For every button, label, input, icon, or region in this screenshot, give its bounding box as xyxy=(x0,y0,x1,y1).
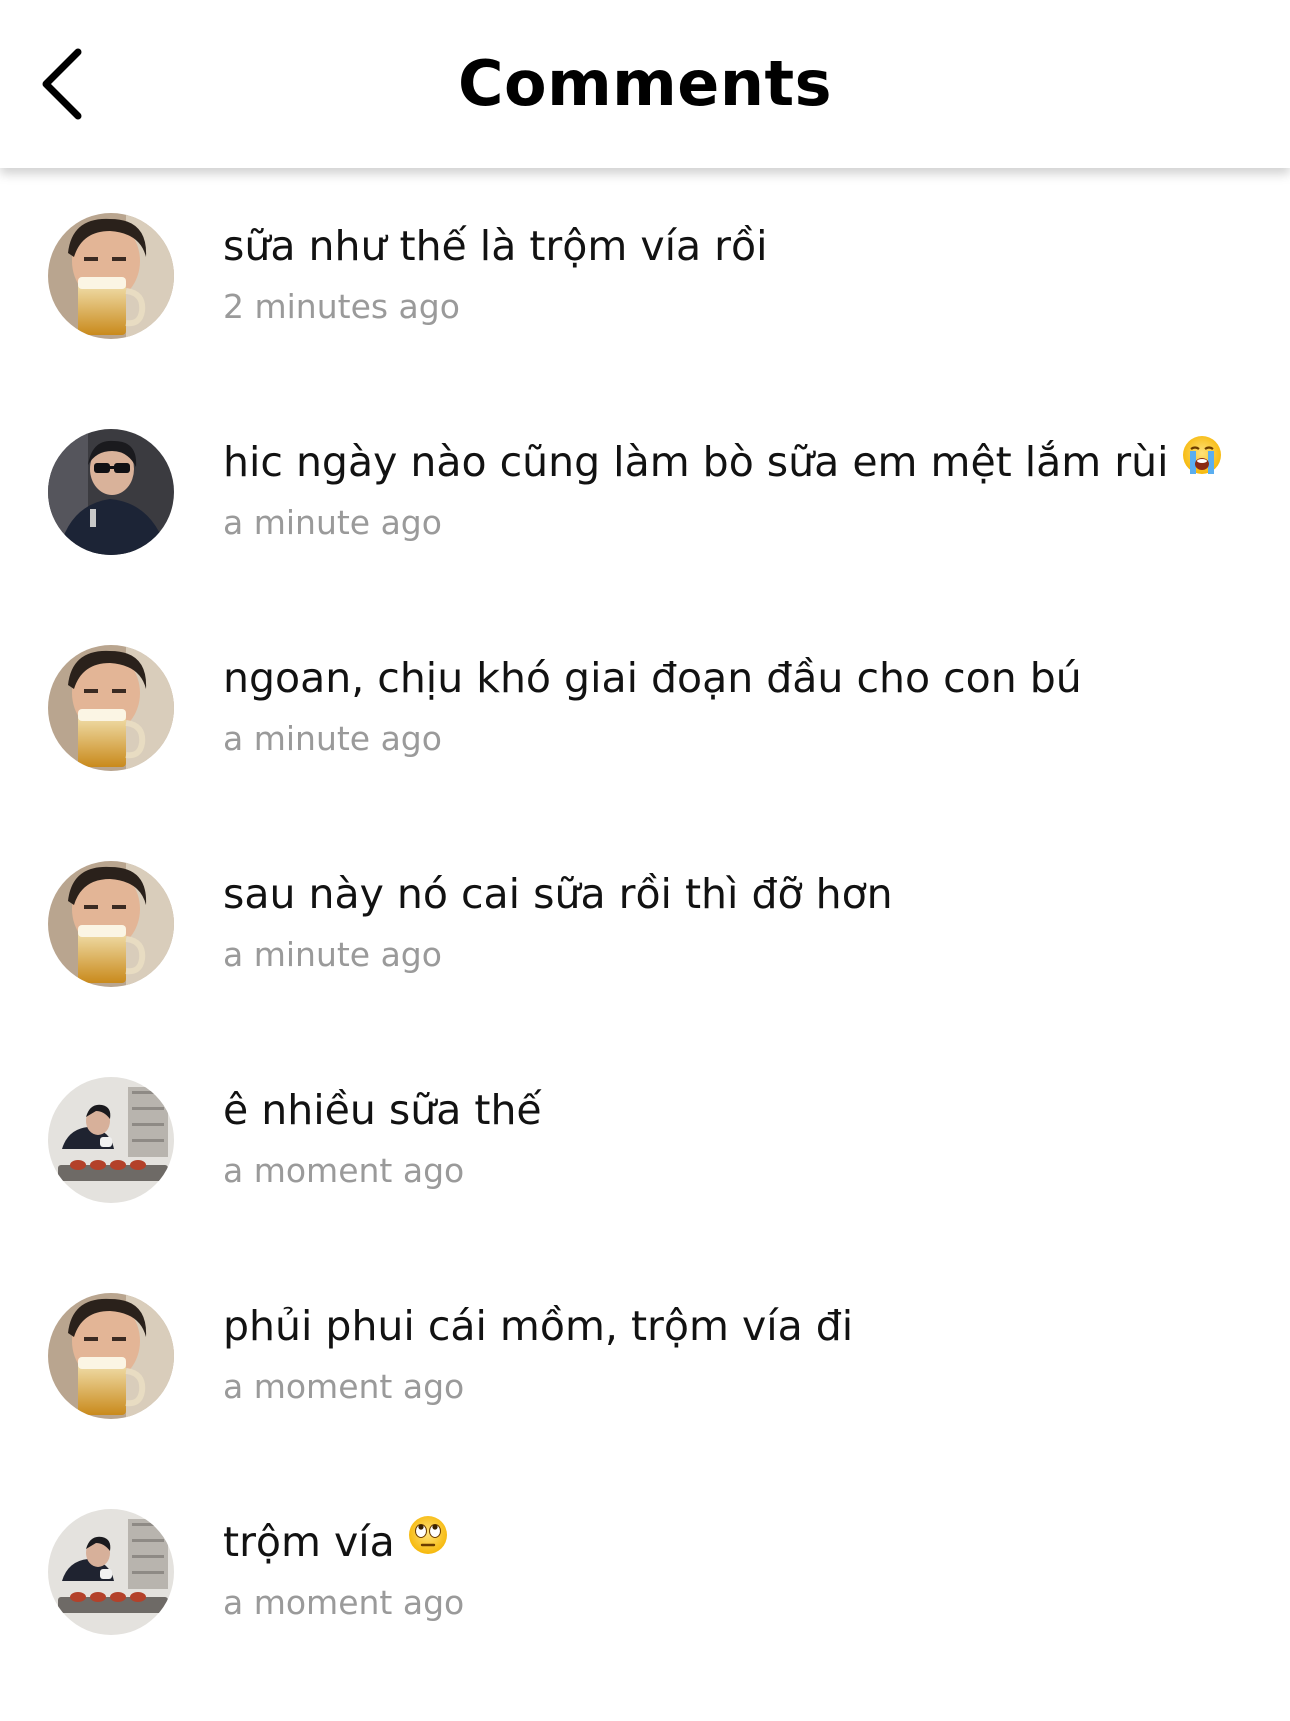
loudly-crying-face-icon xyxy=(1181,434,1223,488)
comment-item: ngoan, chịu khó giai đoạn đầu cho con bú… xyxy=(0,600,1290,800)
comment-timestamp: 2 minutes ago xyxy=(223,287,460,326)
comment-text: ê nhiều sữa thế xyxy=(223,1086,542,1134)
comment-item: trộm vía a moment ago xyxy=(0,1464,1290,1664)
page-title: Comments xyxy=(457,47,833,120)
beer-avatar-icon xyxy=(48,213,174,339)
kitchen-avatar-icon xyxy=(48,1509,174,1635)
comment-timestamp: a minute ago xyxy=(223,719,442,758)
comment-timestamp: a moment ago xyxy=(223,1367,465,1406)
face-with-rolling-eyes-icon xyxy=(407,1514,449,1568)
avatar[interactable] xyxy=(48,861,174,987)
comment-timestamp: a moment ago xyxy=(223,1583,465,1622)
comment-timestamp: a minute ago xyxy=(223,503,442,542)
header-bar: Comments xyxy=(0,0,1290,168)
kitchen-avatar-icon xyxy=(48,1077,174,1203)
beer-avatar-icon xyxy=(48,861,174,987)
avatar[interactable] xyxy=(48,213,174,339)
comment-item: hic ngày nào cũng làm bò sữa em mệt lắm … xyxy=(0,384,1290,584)
avatar[interactable] xyxy=(48,645,174,771)
comment-item: sau này nó cai sữa rồi thì đỡ hơn a minu… xyxy=(0,816,1290,1016)
avatar[interactable] xyxy=(48,1509,174,1635)
comment-text: sữa như thế là trộm vía rồi xyxy=(223,222,768,270)
avatar[interactable] xyxy=(48,1293,174,1419)
avatar[interactable] xyxy=(48,1077,174,1203)
comment-timestamp: a moment ago xyxy=(223,1151,465,1190)
comment-item: phủi phui cái mồm, trộm vía đi a moment … xyxy=(0,1248,1290,1448)
comment-text: sau này nó cai sữa rồi thì đỡ hơn xyxy=(223,870,893,918)
comment-text: trộm vía xyxy=(223,1516,449,1572)
avatar[interactable] xyxy=(48,429,174,555)
sunglasses-avatar-icon xyxy=(48,429,174,555)
comment-timestamp: a minute ago xyxy=(223,935,442,974)
beer-avatar-icon xyxy=(48,1293,174,1419)
comment-text: hic ngày nào cũng làm bò sữa em mệt lắm … xyxy=(223,436,1223,492)
beer-avatar-icon xyxy=(48,645,174,771)
comment-item: ê nhiều sữa thế a moment ago xyxy=(0,1032,1290,1232)
comment-item: sữa như thế là trộm vía rồi 2 minutes ag… xyxy=(0,168,1290,368)
comment-text: phủi phui cái mồm, trộm vía đi xyxy=(223,1302,854,1350)
comment-text: ngoan, chịu khó giai đoạn đầu cho con bú xyxy=(223,654,1082,702)
